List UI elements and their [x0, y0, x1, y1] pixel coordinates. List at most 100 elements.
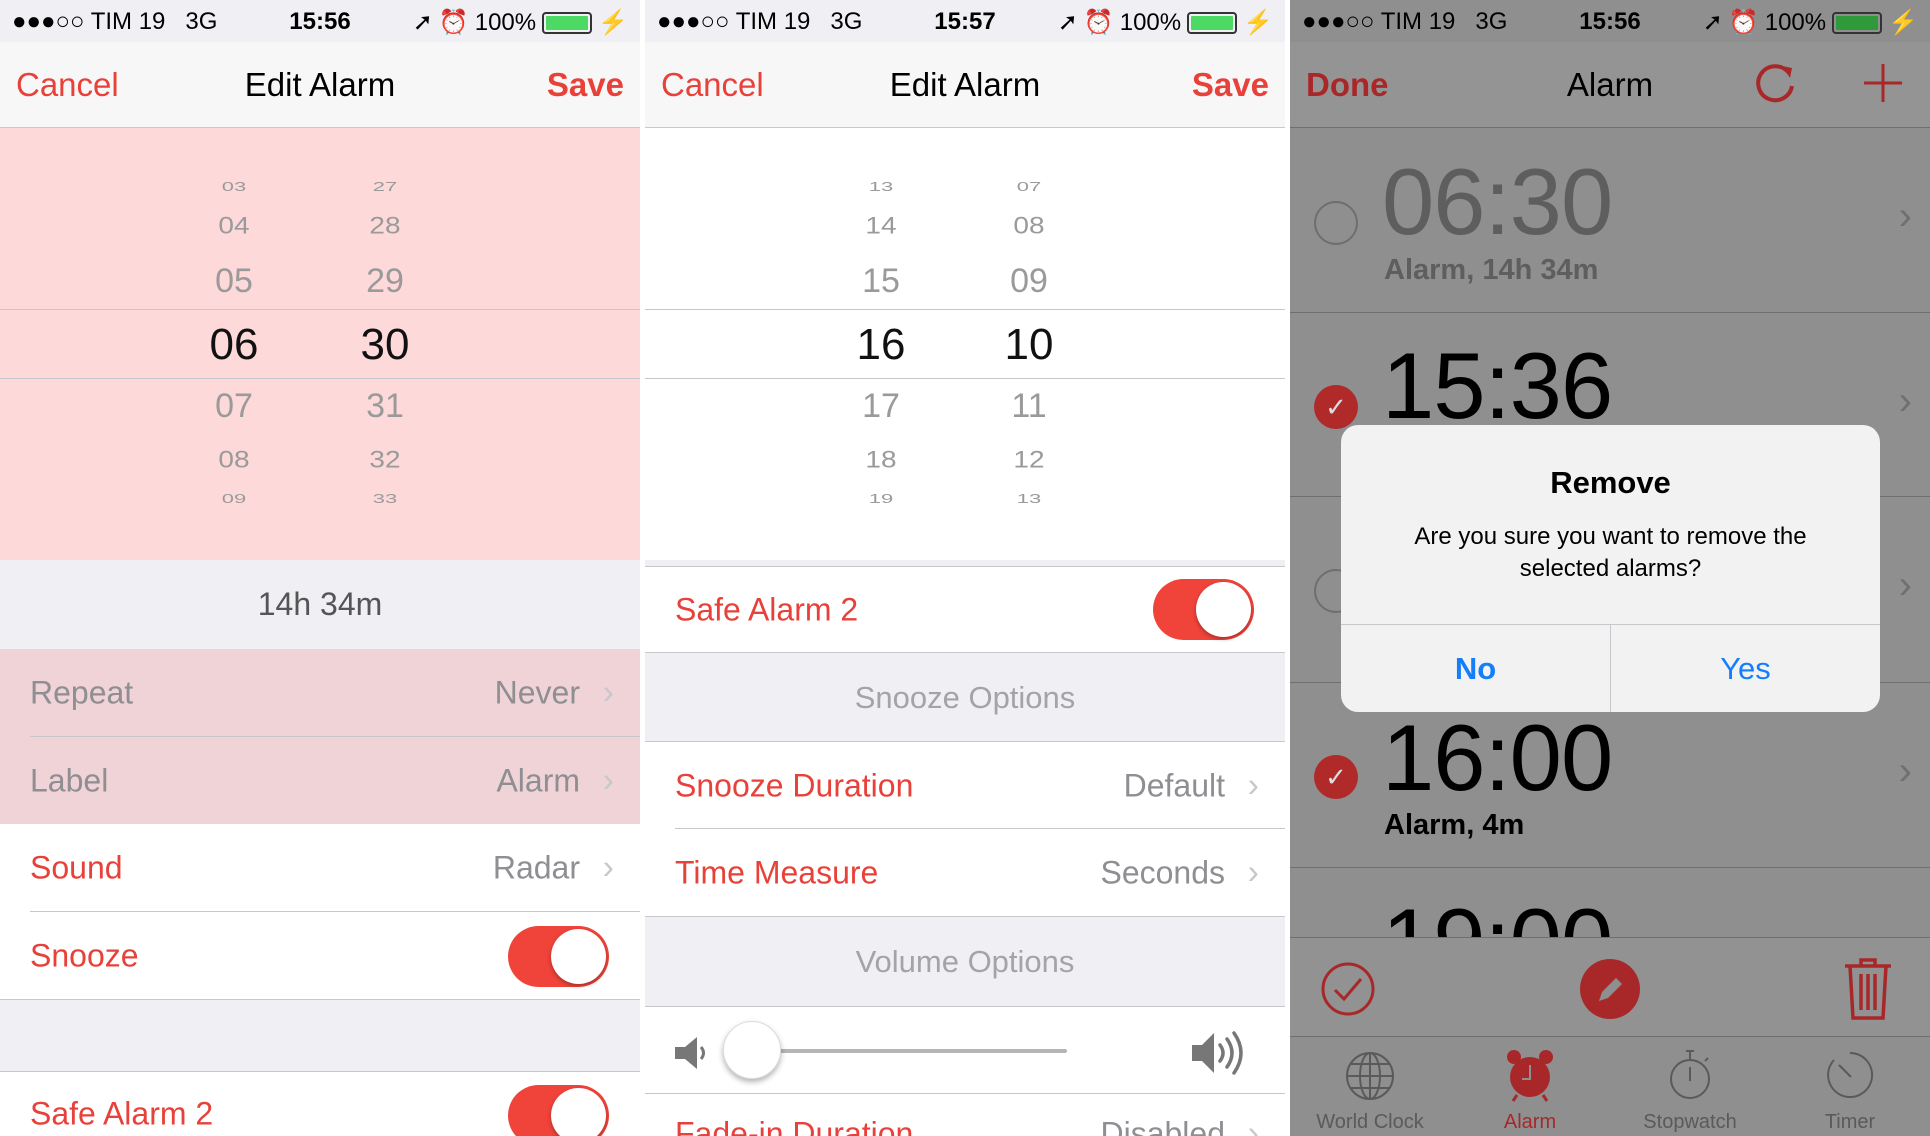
- volume-slider-track[interactable]: [745, 1049, 1067, 1053]
- picker-minute-option[interactable]: 13: [1017, 492, 1041, 505]
- volume-low-icon: [675, 1037, 705, 1069]
- tab-alarm[interactable]: Alarm: [1450, 1037, 1610, 1136]
- time-picker[interactable]: 03 04 05 06 07 08 09 27 28 29 30 31 32 33: [0, 128, 640, 560]
- location-icon: ➚: [412, 9, 433, 36]
- globe-icon: [1346, 1052, 1394, 1100]
- snooze-row: Snooze: [0, 912, 640, 1000]
- alarm-subtitle: Alarm, 14h 34m: [1384, 254, 1599, 286]
- tab-world-clock[interactable]: World Clock: [1290, 1037, 1450, 1136]
- row-label: Label: [30, 762, 109, 798]
- select-checkmark[interactable]: ✓: [1314, 755, 1358, 799]
- picker-minute-option[interactable]: 08: [1013, 214, 1044, 238]
- dialog-title: Remove: [1550, 465, 1671, 500]
- picker-minute-option[interactable]: 31: [366, 389, 404, 423]
- picker-selected-hour[interactable]: 16: [857, 323, 906, 367]
- picker-minute-option[interactable]: 33: [373, 492, 397, 505]
- safe-alarm-toggle[interactable]: [508, 1085, 609, 1136]
- page-title: Edit Alarm: [244, 66, 396, 103]
- row-label: Sound: [30, 849, 123, 886]
- alarm-time: 19:00: [1382, 895, 1613, 938]
- alarm-icon: ⏰: [1083, 9, 1114, 36]
- time-measure-row[interactable]: Time Measure Seconds ›: [645, 829, 1285, 917]
- fade-in-duration-row[interactable]: Fade-in Duration Disabled ›: [645, 1093, 1285, 1136]
- safe-alarm-toggle[interactable]: [1153, 579, 1254, 640]
- select-radio[interactable]: [1314, 201, 1358, 245]
- dialog-message: Are you sure you want to remove the sele…: [1414, 523, 1807, 582]
- trash-icon[interactable]: [1843, 956, 1893, 1020]
- stopwatch-icon: [1670, 1050, 1710, 1099]
- charging-icon: ⚡: [598, 9, 628, 36]
- tab-timer[interactable]: Timer: [1770, 1037, 1930, 1136]
- nav-bar: Cancel Edit Alarm Save: [0, 42, 640, 128]
- volume-slider-thumb[interactable]: [723, 1021, 781, 1079]
- charging-icon: ⚡: [1888, 9, 1918, 36]
- picker-selected-minute[interactable]: 10: [1005, 323, 1054, 367]
- sound-row[interactable]: Sound Radar ›: [0, 824, 640, 912]
- picker-minute-option[interactable]: 29: [366, 264, 404, 298]
- alarm-subtitle: Alarm, 4m: [1384, 809, 1525, 841]
- row-value: Radar: [492, 849, 580, 886]
- repeat-row[interactable]: Repeat Never ›: [0, 649, 640, 737]
- save-button[interactable]: Save: [1192, 66, 1269, 104]
- edit-alarm-screen-2: ●●●○○ TIM 19 3G 15:57 ➚ ⏰ 100% ⚡ Cancel Edi…: [645, 0, 1285, 1136]
- picker-hour-option[interactable]: 15: [862, 264, 900, 298]
- select-checkmark[interactable]: ✓: [1314, 385, 1358, 429]
- timer-icon: [1827, 1051, 1874, 1098]
- picker-minute-option[interactable]: 09: [1010, 264, 1048, 298]
- picker-hour-option[interactable]: 05: [215, 264, 253, 298]
- picker-minute-option[interactable]: 28: [369, 214, 400, 238]
- yes-button[interactable]: Yes: [1611, 625, 1880, 712]
- page-title: Alarm: [1566, 66, 1654, 103]
- tab-label: Stopwatch: [1643, 1111, 1737, 1133]
- picker-hour-option[interactable]: 08: [218, 448, 249, 472]
- picker-hour-option[interactable]: 19: [869, 492, 893, 505]
- row-label: Snooze Duration: [675, 767, 914, 803]
- status-bar: ●●●○○ TIM 19 3G 15:56 ➚ ⏰ 100% ⚡: [1290, 0, 1930, 42]
- picker-hour-option[interactable]: 07: [215, 389, 253, 423]
- picker-hour-option[interactable]: 18: [865, 448, 896, 472]
- tab-stopwatch[interactable]: Stopwatch: [1610, 1037, 1770, 1136]
- location-icon: ➚: [1702, 9, 1723, 36]
- row-value: Never: [494, 674, 580, 711]
- tab-label: World Clock: [1316, 1111, 1424, 1133]
- refresh-icon[interactable]: [1752, 60, 1798, 106]
- row-label: Repeat: [30, 674, 134, 711]
- picker-hour-option[interactable]: 13: [869, 180, 893, 193]
- picker-hour-option[interactable]: 03: [222, 180, 246, 193]
- chevron-right-icon: ›: [1898, 563, 1912, 607]
- select-all-icon[interactable]: [1320, 961, 1376, 1017]
- chevron-right-icon: ›: [602, 761, 614, 799]
- snooze-duration-row[interactable]: Snooze Duration Default ›: [645, 741, 1285, 829]
- nav-bar: Done Alarm: [1290, 42, 1930, 128]
- page-title: Edit Alarm: [889, 66, 1041, 103]
- alarm-time: 06:30: [1382, 149, 1613, 254]
- status-bar: ●●●○○ TIM 19 3G 15:57 ➚ ⏰ 100% ⚡: [645, 0, 1285, 42]
- add-icon[interactable]: [1860, 60, 1906, 106]
- picker-minute-option[interactable]: 07: [1017, 180, 1041, 193]
- picker-hour-option[interactable]: 04: [218, 214, 249, 238]
- safe-alarm-row: Safe Alarm 2: [645, 566, 1285, 652]
- chevron-right-icon: ›: [1898, 194, 1912, 238]
- picker-hour-option[interactable]: 09: [222, 492, 246, 505]
- alarm-icon: ⏰: [1728, 9, 1759, 36]
- picker-minute-option[interactable]: 27: [373, 180, 397, 193]
- row-value: Seconds: [1100, 854, 1225, 890]
- battery-percent: 100%: [1764, 8, 1827, 36]
- time-picker[interactable]: 13 14 15 16 17 18 19 07 08 09 10 11 12 13: [645, 128, 1285, 560]
- label-row[interactable]: Label Alarm ›: [0, 737, 640, 824]
- picker-selected-minute[interactable]: 30: [361, 323, 410, 367]
- picker-minute-option[interactable]: 32: [369, 448, 400, 472]
- picker-minute-option[interactable]: 12: [1013, 448, 1044, 472]
- picker-hour-option[interactable]: 17: [862, 389, 900, 423]
- save-button[interactable]: Save: [547, 66, 624, 104]
- edit-pencil-icon[interactable]: [1580, 959, 1640, 1019]
- alarm-row[interactable]: 19:00: [1290, 868, 1930, 938]
- picker-hour-option[interactable]: 14: [865, 214, 896, 238]
- chevron-right-icon: ›: [1898, 749, 1912, 793]
- picker-selected-hour[interactable]: 06: [210, 323, 259, 367]
- no-button[interactable]: No: [1341, 625, 1610, 712]
- alarm-row[interactable]: 06:30 Alarm, 14h 34m ›: [1290, 128, 1930, 313]
- picker-minute-option[interactable]: 11: [1011, 389, 1046, 423]
- alarm-icon: ⏰: [438, 9, 469, 36]
- snooze-toggle[interactable]: [508, 926, 609, 987]
